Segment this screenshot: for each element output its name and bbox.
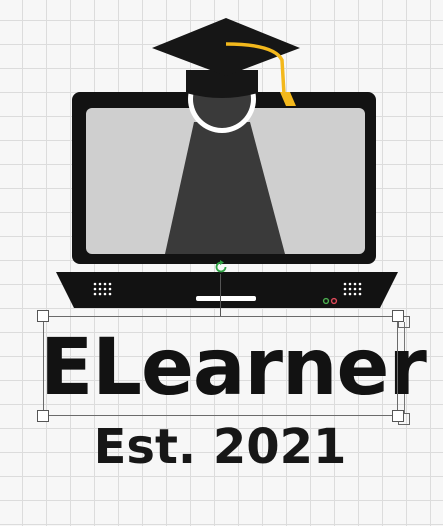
selection-box [43,316,398,416]
rotate-icon[interactable] [212,258,230,276]
resize-handle-top-left[interactable] [37,310,49,322]
resize-handle-bottom-right[interactable] [392,410,404,422]
resize-handle-bottom-left[interactable] [37,410,49,422]
laptop-base [56,272,398,308]
rotate-handle-stem [220,274,221,316]
trackpad [196,296,256,301]
design-canvas[interactable]: ELearner Est. 2021 [0,0,443,526]
resize-handle-top-right[interactable] [392,310,404,322]
brand-subtitle-text[interactable]: Est. 2021 [70,418,370,476]
